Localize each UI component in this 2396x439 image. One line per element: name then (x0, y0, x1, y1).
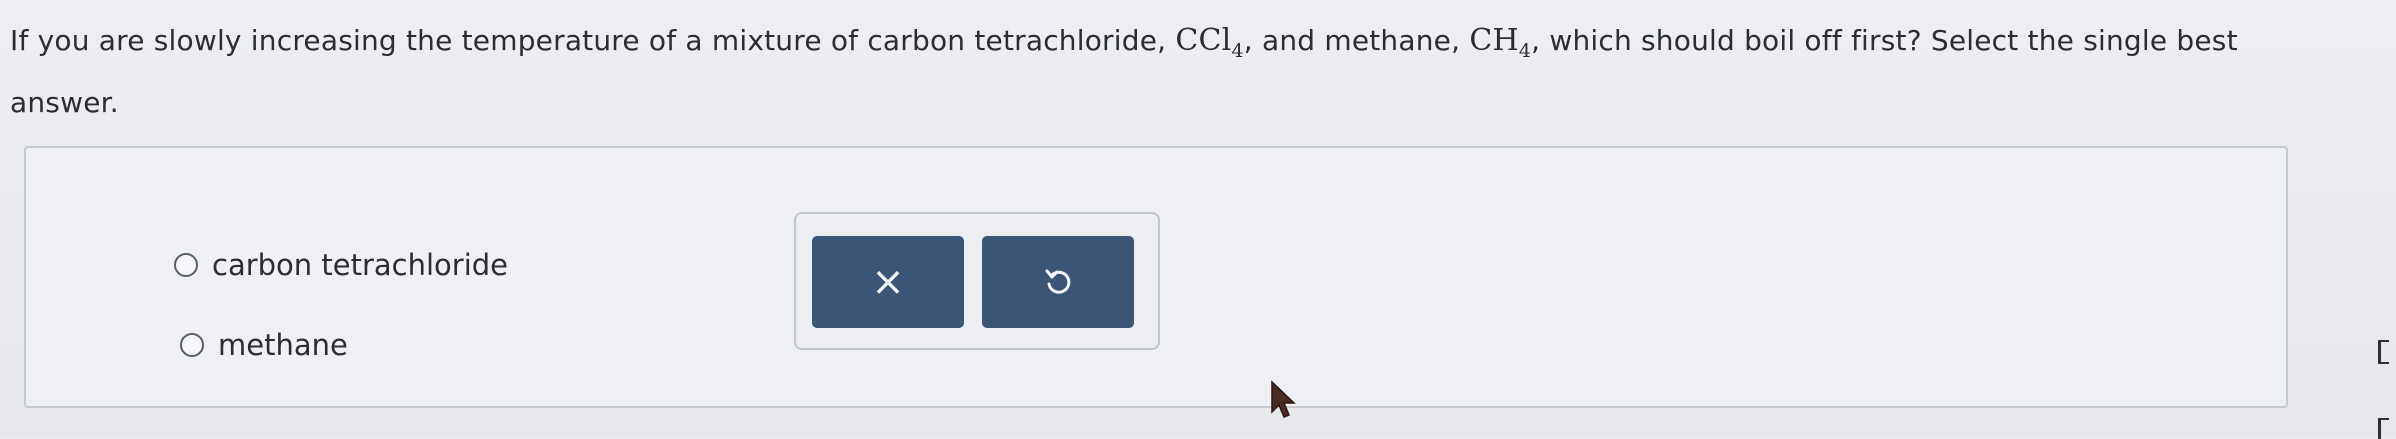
radio-button[interactable] (174, 253, 198, 277)
question-text: If you are slowly increasing the tempera… (10, 10, 2340, 134)
undo-icon (1045, 269, 1071, 294)
formula-ch4: CH4 (1469, 23, 1532, 62)
question-part-2: , and methane, (1243, 24, 1470, 57)
option-methane[interactable]: methane (180, 328, 348, 362)
answer-area: carbon tetrachloride methane × (24, 146, 2288, 408)
partial-element (2378, 340, 2389, 364)
mouse-pointer-icon (1271, 380, 1296, 418)
clear-button[interactable]: × (812, 236, 964, 328)
option-label: carbon tetrachloride (212, 248, 509, 282)
formula-ccl4: CCl4 (1175, 23, 1244, 62)
undo-button[interactable] (982, 236, 1134, 328)
question-part-1: If you are slowly increasing the tempera… (10, 24, 1176, 57)
option-carbon-tetrachloride[interactable]: carbon tetrachloride (174, 248, 508, 282)
radio-button[interactable] (180, 333, 204, 357)
action-button-group: × (794, 212, 1160, 350)
option-label: methane (218, 328, 348, 362)
x-icon: × (871, 259, 905, 305)
partial-element (2378, 418, 2389, 439)
page: If you are slowly increasing the tempera… (0, 0, 2396, 439)
